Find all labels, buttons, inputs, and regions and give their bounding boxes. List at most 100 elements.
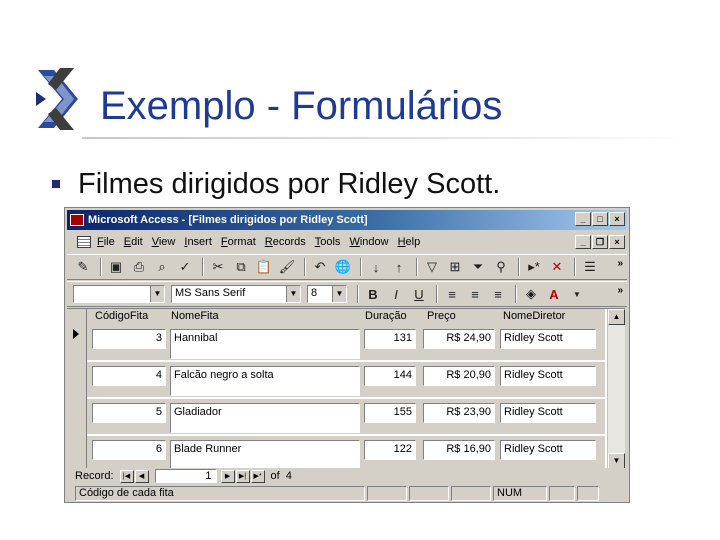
filter-by-form-icon[interactable]: ⊞ xyxy=(445,257,465,277)
record-count: 4 xyxy=(285,470,292,482)
format-painter-icon[interactable]: 🖌 xyxy=(277,257,297,277)
font-size-combo[interactable]: 8 ▼ xyxy=(307,285,347,303)
menu-help[interactable]: Help xyxy=(398,236,421,248)
preco-field[interactable]: R$ 23,90 xyxy=(423,403,495,423)
nome-field[interactable]: Hannibal xyxy=(170,329,360,359)
scroll-up-icon[interactable]: ▲ xyxy=(608,309,625,325)
menu-window[interactable]: Window xyxy=(349,236,388,248)
diretor-field[interactable]: Ridley Scott xyxy=(500,440,596,460)
status-bar: Código de cada fita NUM xyxy=(67,484,627,502)
codigo-field[interactable]: 4 xyxy=(92,366,166,386)
bold-button[interactable]: B xyxy=(363,284,383,304)
menu-insert[interactable]: Insert xyxy=(184,236,212,248)
next-record-button[interactable]: ▶ xyxy=(220,469,235,483)
copy-icon[interactable]: ⧉ xyxy=(231,257,251,277)
chevron-down-icon[interactable]: ▼ xyxy=(150,286,164,302)
bullet-text: Filmes dirigidos por Ridley Scott. xyxy=(78,168,501,200)
minimize-button[interactable]: _ xyxy=(575,212,591,226)
close-button[interactable]: × xyxy=(609,212,625,226)
preco-field[interactable]: R$ 16,90 xyxy=(423,440,495,460)
previous-record-button[interactable]: ◀ xyxy=(134,469,149,483)
save-icon[interactable]: ▣ xyxy=(106,257,126,277)
fill-color-icon[interactable]: ◈ xyxy=(521,284,541,304)
doc-close-button[interactable]: × xyxy=(609,235,625,249)
toolbar-overflow-icon[interactable]: » xyxy=(617,258,623,269)
hyperlink-icon[interactable]: 🌐 xyxy=(333,257,353,277)
status-pane xyxy=(451,485,491,501)
codigo-field[interactable]: 5 xyxy=(92,403,166,423)
header-duracao: Duração xyxy=(365,310,407,322)
filter-by-selection-icon[interactable]: ▽ xyxy=(422,257,442,277)
chevron-down-icon[interactable]: ▼ xyxy=(567,284,587,304)
align-right-icon[interactable]: ≡ xyxy=(488,284,508,304)
diretor-field[interactable]: Ridley Scott xyxy=(500,403,596,423)
delete-record-icon[interactable]: ✕ xyxy=(547,257,567,277)
form-document-icon[interactable] xyxy=(77,236,91,248)
form-record: 6 Blade Runner 122 R$ 16,90 Ridley Scott xyxy=(87,436,605,468)
doc-restore-button[interactable]: ❐ xyxy=(592,235,608,249)
new-record-icon[interactable]: ▸* xyxy=(524,257,544,277)
duracao-field[interactable]: 155 xyxy=(364,403,416,423)
menu-tools[interactable]: Tools xyxy=(315,236,341,248)
object-combo[interactable]: ▼ xyxy=(73,285,165,303)
menu-records[interactable]: Records xyxy=(265,236,306,248)
vertical-scrollbar[interactable]: ▲ ▼ xyxy=(607,309,625,468)
nome-field[interactable]: Blade Runner xyxy=(170,440,360,468)
window-titlebar[interactable]: Microsoft Access - [Filmes dirigidos por… xyxy=(67,210,627,230)
current-record-input[interactable]: 1 xyxy=(154,469,217,483)
undo-icon[interactable]: ↶ xyxy=(310,257,330,277)
toolbar-separator xyxy=(360,258,362,276)
maximize-button[interactable]: □ xyxy=(592,212,608,226)
view-design-icon[interactable]: ✎ xyxy=(73,257,93,277)
new-record-button[interactable]: ▶* xyxy=(250,469,265,483)
chevron-down-icon[interactable]: ▼ xyxy=(286,286,300,302)
codigo-field[interactable]: 6 xyxy=(92,440,166,460)
preco-field[interactable]: R$ 24,90 xyxy=(423,329,495,349)
sort-ascending-icon[interactable]: ↓ xyxy=(366,257,386,277)
print-preview-icon[interactable]: ⌕ xyxy=(152,257,172,277)
italic-button[interactable]: I xyxy=(386,284,406,304)
logo-icon xyxy=(36,68,78,130)
access-app-icon xyxy=(70,214,84,226)
slide-title: Exemplo - Formulários xyxy=(100,84,503,128)
align-center-icon[interactable]: ≡ xyxy=(465,284,485,304)
duracao-field[interactable]: 131 xyxy=(364,329,416,349)
font-name-combo[interactable]: MS Sans Serif ▼ xyxy=(171,285,301,303)
find-icon[interactable]: ⚲ xyxy=(491,257,511,277)
diretor-field[interactable]: Ridley Scott xyxy=(500,329,596,349)
menu-file[interactable]: File xyxy=(97,236,115,248)
form-header: CódigoFita NomeFita Duração Preço NomeDi… xyxy=(87,309,605,325)
menu-edit[interactable]: Edit xyxy=(124,236,143,248)
toolbar-separator xyxy=(304,258,306,276)
underline-button[interactable]: U xyxy=(409,284,429,304)
chevron-down-icon[interactable]: ▼ xyxy=(332,286,346,302)
cut-icon[interactable]: ✂ xyxy=(208,257,228,277)
menu-view[interactable]: View xyxy=(152,236,176,248)
font-color-icon[interactable]: A xyxy=(544,284,564,304)
spelling-icon[interactable]: ✓ xyxy=(175,257,195,277)
menu-format[interactable]: Format xyxy=(221,236,256,248)
print-icon[interactable]: ⎙ xyxy=(129,257,149,277)
of-label: of xyxy=(270,470,280,482)
apply-filter-icon[interactable]: ⏷ xyxy=(468,257,488,277)
header-codigo: CódigoFita xyxy=(95,310,149,322)
duracao-field[interactable]: 122 xyxy=(364,440,416,460)
paste-icon[interactable]: 📋 xyxy=(254,257,274,277)
duracao-field[interactable]: 144 xyxy=(364,366,416,386)
codigo-field[interactable]: 3 xyxy=(92,329,166,349)
record-selector-column[interactable] xyxy=(67,309,87,468)
nome-field[interactable]: Gladiador xyxy=(170,403,360,433)
nome-field[interactable]: Falcão negro a solta xyxy=(170,366,360,396)
access-window: Microsoft Access - [Filmes dirigidos por… xyxy=(64,207,630,503)
scroll-down-icon[interactable]: ▼ xyxy=(608,453,625,468)
properties-icon[interactable]: ☰ xyxy=(580,257,600,277)
sort-descending-icon[interactable]: ↑ xyxy=(389,257,409,277)
doc-minimize-button[interactable]: _ xyxy=(575,235,591,249)
toolbar-overflow-icon[interactable]: » xyxy=(617,285,623,296)
preco-field[interactable]: R$ 20,90 xyxy=(423,366,495,386)
diretor-field[interactable]: Ridley Scott xyxy=(500,366,596,386)
first-record-button[interactable]: |◀ xyxy=(119,469,134,483)
align-left-icon[interactable]: ≡ xyxy=(442,284,462,304)
last-record-button[interactable]: ▶| xyxy=(235,469,250,483)
title-divider xyxy=(82,137,690,139)
